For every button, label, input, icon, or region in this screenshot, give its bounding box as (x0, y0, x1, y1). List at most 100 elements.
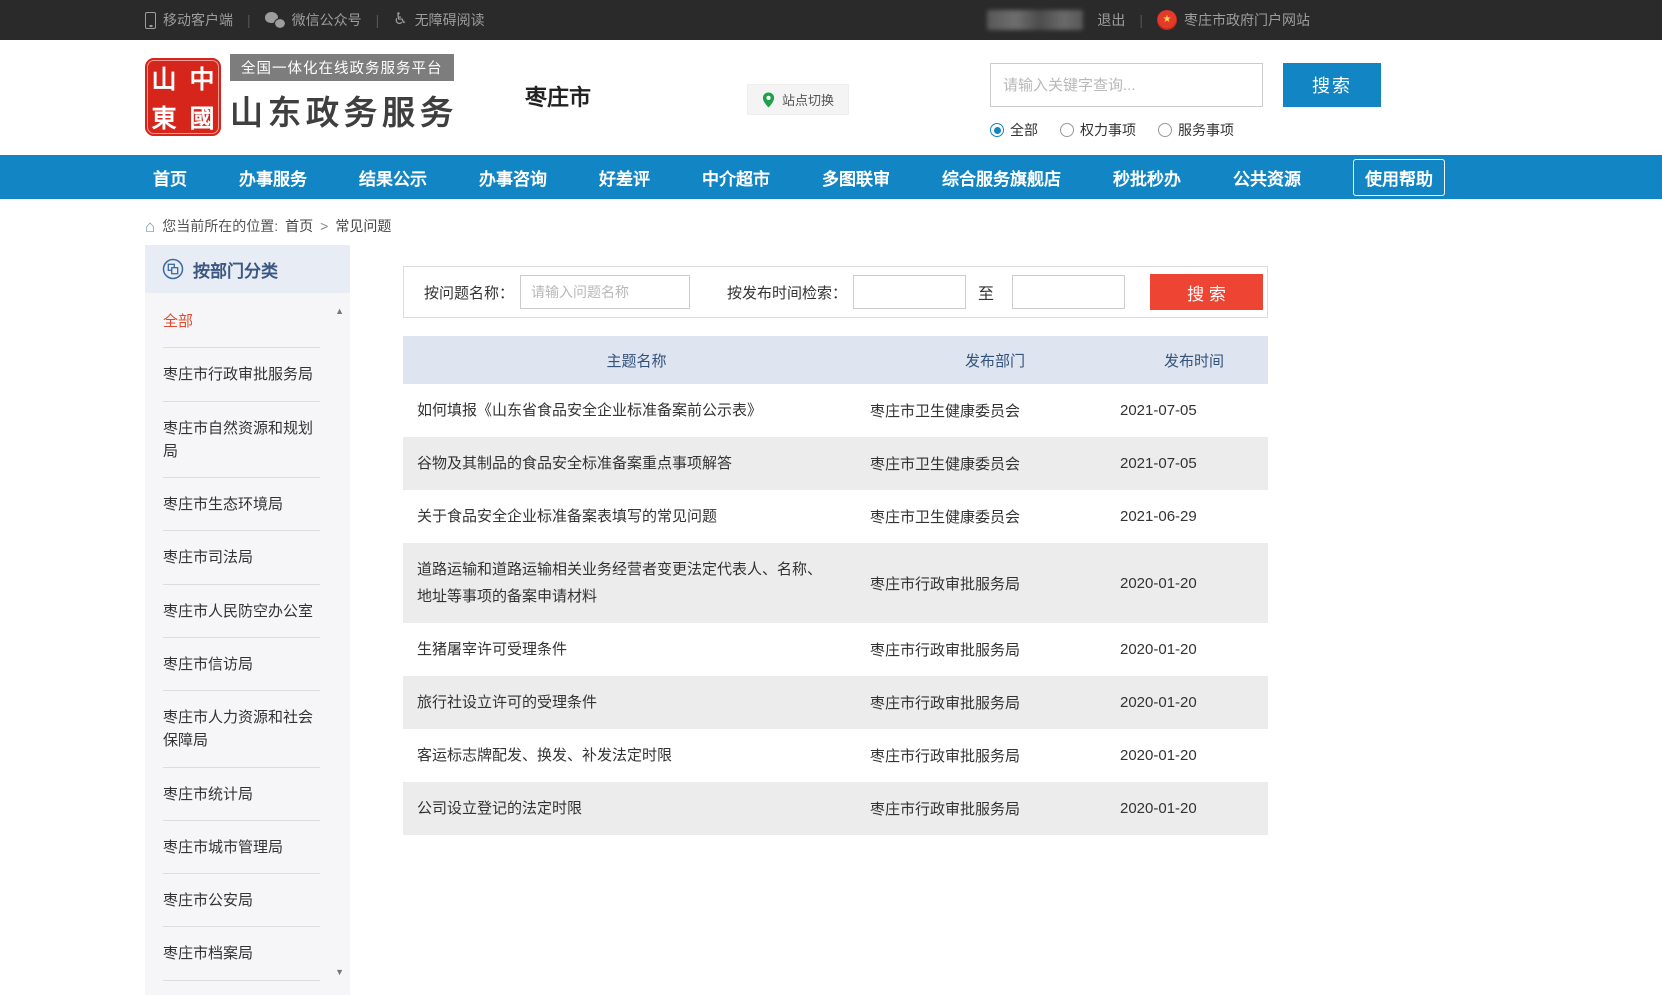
city-name: 枣庄市 (525, 80, 591, 112)
nav-item[interactable]: 结果公示 (333, 165, 453, 190)
accessibility-link[interactable]: ♿ 无障碍阅读 (393, 10, 484, 30)
nav-item[interactable]: 办事服务 (213, 165, 333, 190)
table-row[interactable]: 道路运输和道路运输相关业务经营者变更法定代表人、名称、地址等事项的备案申请材料 … (403, 543, 1268, 623)
date-from-input[interactable] (853, 275, 966, 309)
question-name-label: 按问题名称： (424, 282, 514, 303)
sidebar-item-department[interactable]: 枣庄市公安局 (163, 874, 320, 927)
divider: | (247, 12, 251, 28)
nav-item[interactable]: 多图联审 (796, 165, 916, 190)
question-name-input[interactable] (520, 275, 690, 309)
seal-char: 山 (145, 58, 183, 97)
scroll-down-icon[interactable]: ▼ (335, 968, 344, 977)
location-pin-icon (762, 92, 775, 108)
table-row[interactable]: 关于食品安全企业标准备案表填写的常见问题 枣庄市卫生健康委员会 2021-06-… (403, 490, 1268, 543)
sidebar-item-department[interactable]: 枣庄市档案局 (163, 927, 320, 980)
nav-item[interactable]: 秒批秒办 (1087, 165, 1207, 190)
sidebar-header: 按部门分类 (145, 245, 350, 293)
nav-item[interactable]: 首页 (127, 165, 213, 190)
sidebar-item-department[interactable]: 枣庄市行政审批服务局 (163, 348, 320, 401)
sidebar-item-department[interactable]: 枣庄市生态环境局 (163, 478, 320, 531)
nav-item[interactable]: 公共资源 (1207, 165, 1327, 190)
row-title-link[interactable]: 生猪屠宰许可受理条件 (403, 623, 870, 676)
col-header-title: 主题名称 (403, 350, 870, 371)
mobile-client-label: 移动客户端 (163, 10, 233, 30)
search-scope-option[interactable]: 全部 (990, 120, 1038, 140)
faq-table-body: 如何填报《山东省食品安全企业标准备案前公示表》 枣庄市卫生健康委员会 2021-… (403, 384, 1268, 835)
nav-item[interactable]: 综合服务旗舰店 (916, 165, 1087, 190)
table-row[interactable]: 旅行社设立许可的受理条件 枣庄市行政审批服务局 2020-01-20 (403, 676, 1268, 729)
table-row[interactable]: 客运标志牌配发、换发、补发法定时限 枣庄市行政审批服务局 2020-01-20 (403, 729, 1268, 782)
radio-icon[interactable] (1060, 123, 1074, 137)
seal-char: 國 (183, 97, 221, 136)
site-header: 山 中 東 國 全国一体化在线政务服务平台 山东政务服务 枣庄市 站点切换 搜索… (0, 40, 1662, 155)
gov-portal-link[interactable]: ★ 枣庄市政府门户网站 (1157, 10, 1310, 30)
scroll-up-icon[interactable]: ▲ (335, 307, 344, 316)
home-icon: ⌂ (145, 218, 155, 235)
search-scope-option[interactable]: 权力事项 (1060, 120, 1136, 140)
sidebar-item-department[interactable]: 枣庄市信访局 (163, 638, 320, 691)
date-to-label: 至 (978, 280, 994, 304)
row-department: 枣庄市行政审批服务局 (870, 639, 1120, 660)
table-row[interactable]: 谷物及其制品的食品安全标准备案重点事项解答 枣庄市卫生健康委员会 2021-07… (403, 437, 1268, 490)
accessibility-label: 无障碍阅读 (415, 10, 485, 30)
row-title-link[interactable]: 道路运输和道路运输相关业务经营者变更法定代表人、名称、地址等事项的备案申请材料 (403, 543, 870, 623)
radio-icon[interactable] (1158, 123, 1172, 137)
site-title: 山东政务服务 (230, 86, 458, 134)
wechat-icon (265, 12, 285, 28)
breadcrumb-home-link[interactable]: 首页 (285, 216, 313, 236)
row-title-link[interactable]: 旅行社设立许可的受理条件 (403, 676, 870, 729)
category-icon (162, 258, 184, 280)
sidebar-item-department[interactable]: 枣庄市司法局 (163, 531, 320, 584)
sidebar-item-department[interactable]: 枣庄市人民防空办公室 (163, 585, 320, 638)
breadcrumb-prefix: 您当前所在的位置: (162, 216, 278, 236)
wechat-label: 微信公众号 (292, 10, 362, 30)
filter-search-button[interactable]: 搜 索 (1150, 274, 1263, 310)
row-department: 枣庄市行政审批服务局 (870, 745, 1120, 766)
radio-icon[interactable] (990, 123, 1004, 137)
row-title-link[interactable]: 如何填报《山东省食品安全企业标准备案前公示表》 (403, 384, 870, 437)
row-date: 2021-06-29 (1120, 508, 1268, 525)
row-date: 2021-07-05 (1120, 402, 1268, 419)
keyword-search-button[interactable]: 搜索 (1283, 63, 1381, 107)
table-row[interactable]: 如何填报《山东省食品安全企业标准备案前公示表》 枣庄市卫生健康委员会 2021-… (403, 384, 1268, 437)
logout-link[interactable]: 退出 (1097, 10, 1125, 30)
sidebar-title: 按部门分类 (193, 257, 278, 282)
date-to-input[interactable] (1012, 275, 1125, 309)
table-row[interactable]: 公司设立登记的法定时限 枣庄市行政审批服务局 2020-01-20 (403, 782, 1268, 835)
nav-item[interactable]: 中介超市 (676, 165, 796, 190)
mobile-client-link[interactable]: 移动客户端 (145, 10, 233, 30)
row-department: 枣庄市行政审批服务局 (870, 692, 1120, 713)
keyword-search-input[interactable] (990, 63, 1263, 107)
nav-item[interactable]: 使用帮助 (1353, 159, 1445, 196)
row-department: 枣庄市行政审批服务局 (870, 798, 1120, 819)
nav-item[interactable]: 好差评 (573, 165, 676, 190)
sidebar-item-department[interactable]: 枣庄市统计局 (163, 768, 320, 821)
row-title-link[interactable]: 谷物及其制品的食品安全标准备案重点事项解答 (403, 437, 870, 490)
phone-icon (145, 12, 156, 29)
gov-portal-label: 枣庄市政府门户网站 (1184, 10, 1310, 30)
row-date: 2020-01-20 (1120, 641, 1268, 658)
wechat-link[interactable]: 微信公众号 (265, 10, 362, 30)
radio-label: 权力事项 (1080, 120, 1136, 140)
seal-char: 中 (183, 58, 221, 97)
sidebar-item-department[interactable]: 枣庄市城市管理局 (163, 821, 320, 874)
row-title-link[interactable]: 客运标志牌配发、换发、补发法定时限 (403, 729, 870, 782)
seal-char: 東 (145, 97, 183, 136)
topbar-left: 移动客户端 | 微信公众号 | ♿ 无障碍阅读 (145, 10, 485, 30)
col-header-date: 发布时间 (1120, 350, 1268, 371)
row-title-link[interactable]: 公司设立登记的法定时限 (403, 782, 870, 835)
row-title-link[interactable]: 关于食品安全企业标准备案表填写的常见问题 (403, 490, 870, 543)
sidebar-item-department[interactable]: 枣庄市人力资源和社会保障局 (163, 691, 320, 768)
sidebar-item-department[interactable]: 枣庄市自然资源和规划局 (163, 402, 320, 479)
publish-date-label: 按发布时间检索： (727, 282, 847, 303)
site-switch-label: 站点切换 (782, 90, 834, 109)
search-scope-option[interactable]: 服务事项 (1158, 120, 1234, 140)
topbar-right: 退出 | ★ 枣庄市政府门户网站 (987, 10, 1310, 30)
logout-label: 退出 (1097, 10, 1125, 30)
row-department: 枣庄市卫生健康委员会 (870, 453, 1120, 474)
site-switch-button[interactable]: 站点切换 (747, 84, 849, 115)
table-row[interactable]: 生猪屠宰许可受理条件 枣庄市行政审批服务局 2020-01-20 (403, 623, 1268, 676)
nav-item[interactable]: 办事咨询 (453, 165, 573, 190)
department-sidebar: 按部门分类 全部 枣庄市行政审批服务局 枣庄市自然资源和规划局 枣庄市生态环境局… (145, 245, 350, 995)
sidebar-item-department[interactable]: 全部 (163, 295, 320, 348)
